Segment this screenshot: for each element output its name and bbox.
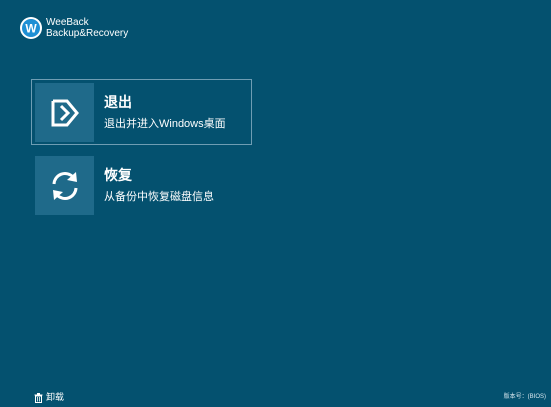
uninstall-button[interactable]: 卸载 <box>34 392 64 403</box>
version-text: 版本号：(BIOS) <box>503 394 546 400</box>
exit-description: 退出并进入Windows桌面 <box>104 118 226 130</box>
weeback-logo-icon: W <box>20 17 42 39</box>
logo-letter: W <box>25 22 37 36</box>
recover-title: 恢复 <box>104 167 132 183</box>
uninstall-label: 卸载 <box>46 392 65 402</box>
exit-option[interactable]: 退出 退出并进入Windows桌面 <box>31 79 252 145</box>
brand-line-2: Backup&Recovery <box>46 28 129 39</box>
exit-arrow-icon <box>51 99 79 126</box>
exit-tile[interactable] <box>35 83 94 142</box>
trash-icon <box>34 392 43 403</box>
recover-description: 从备份中恢复磁盘信息 <box>104 191 214 203</box>
exit-title: 退出 <box>104 94 132 110</box>
refresh-icon <box>52 171 77 200</box>
recover-option[interactable]: 恢复 从备份中恢复磁盘信息 <box>31 152 252 218</box>
brand-line-1: WeeBack <box>46 17 89 28</box>
brand-name: WeeBack Backup&Recovery <box>46 17 128 39</box>
recover-tile[interactable] <box>35 156 94 215</box>
